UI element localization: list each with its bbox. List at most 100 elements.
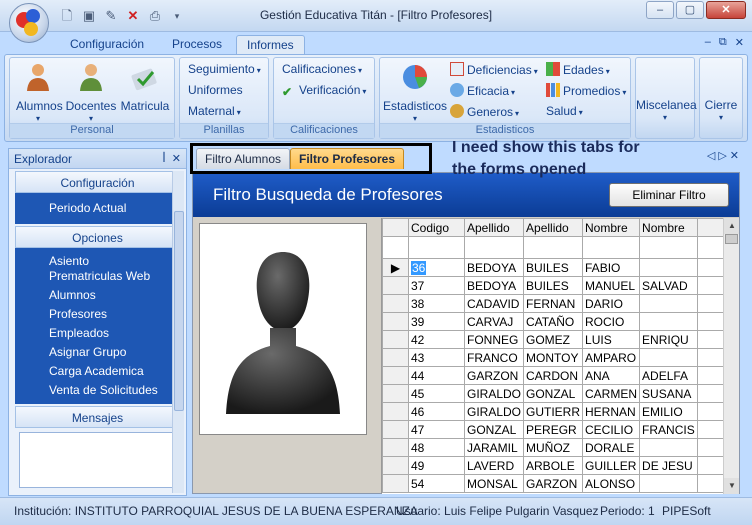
profesores-grid[interactable]: Codigo Apellido Apellido Nombre Nombre ▶…	[381, 218, 739, 494]
table-cell[interactable]: BUILES	[523, 258, 584, 277]
salud-button[interactable]: Salud ▾	[546, 104, 583, 118]
maternal-button[interactable]: Maternal ▾	[188, 104, 241, 118]
table-cell[interactable]	[639, 438, 698, 457]
matricula-button[interactable]: Matricula	[118, 61, 172, 113]
table-row[interactable]: 42 FONNEG GOMEZ LUIS ENRIQU	[382, 330, 738, 349]
table-cell[interactable]: GARZON	[463, 366, 525, 385]
explorer-item-carga-academica[interactable]: Carga Academica	[49, 362, 180, 381]
tab-configuracion[interactable]: Configuración	[60, 35, 154, 54]
table-cell[interactable]: CATAÑO	[523, 312, 584, 331]
table-row[interactable]: 45 GIRALDO GONZAL CARMEN SUSANA	[382, 384, 738, 403]
explorer-scrollbar[interactable]	[172, 171, 184, 493]
row-header[interactable]	[382, 312, 409, 331]
deficiencias-button[interactable]: Deficiencias ▾	[450, 62, 538, 77]
estadisticos-button[interactable]: Estadisticos ▾	[382, 61, 448, 123]
explorer-item-empleados[interactable]: Empleados	[49, 324, 180, 343]
application-menu-button[interactable]	[9, 3, 49, 43]
table-cell[interactable]: BEDOYA	[463, 276, 525, 295]
column-header-codigo[interactable]: Codigo	[408, 218, 465, 237]
filter-codigo-input[interactable]	[408, 236, 465, 259]
table-cell[interactable]	[639, 474, 698, 493]
row-header[interactable]	[382, 330, 409, 349]
table-row[interactable]: 39 CARVAJ CATAÑO ROCIO	[382, 312, 738, 331]
row-header[interactable]	[382, 276, 409, 295]
table-cell[interactable]	[639, 294, 698, 313]
tab-informes[interactable]: Informes	[236, 35, 305, 54]
table-cell[interactable]: ANA	[582, 366, 641, 385]
table-cell[interactable]: PEREGR	[523, 420, 584, 439]
row-header[interactable]	[382, 294, 409, 313]
table-cell[interactable]: ROCIO	[582, 312, 641, 331]
table-cell[interactable]: GARZON	[523, 474, 584, 493]
table-row[interactable]: 46 GIRALDO GUTIERR HERNAN EMILIO	[382, 402, 738, 421]
table-row[interactable]: 37 BEDOYA BUILES MANUEL SALVAD	[382, 276, 738, 295]
section-configuracion[interactable]: Configuración	[15, 171, 180, 193]
table-cell[interactable]: LUIS	[582, 330, 641, 349]
row-header[interactable]	[382, 348, 409, 367]
table-cell[interactable]: GOMEZ	[523, 330, 584, 349]
current-row-indicator[interactable]: ▶	[382, 258, 409, 277]
table-cell[interactable]: 47	[408, 420, 465, 439]
table-cell[interactable]: DARIO	[582, 294, 641, 313]
eliminar-filtro-button[interactable]: Eliminar Filtro	[609, 183, 729, 207]
row-header[interactable]	[382, 474, 409, 493]
row-header[interactable]	[382, 402, 409, 421]
table-cell[interactable]: CARDON	[523, 366, 584, 385]
filter-apellido-2-input[interactable]	[523, 236, 584, 259]
table-cell[interactable]: 43	[408, 348, 465, 367]
table-cell[interactable]: EMILIO	[639, 402, 698, 421]
table-row[interactable]: 47 GONZAL PEREGR CECILIO FRANCIS	[382, 420, 738, 439]
table-cell[interactable]: DE JESU	[639, 456, 698, 475]
section-mensajes[interactable]: Mensajes	[15, 406, 180, 428]
maximize-button[interactable]: ▢	[676, 1, 704, 19]
explorer-item-profesores[interactable]: Profesores	[49, 305, 180, 324]
table-cell[interactable]: ARBOLE	[523, 456, 584, 475]
table-cell[interactable]: GIRALDO	[463, 402, 525, 421]
miscelanea-button[interactable]: Miscelanea ▾	[636, 98, 697, 122]
table-cell[interactable]: CADAVID	[463, 294, 525, 313]
tab-procesos[interactable]: Procesos	[162, 35, 232, 54]
table-cell[interactable]: GONZAL	[463, 420, 525, 439]
tab-close-icon[interactable]: ✕	[730, 150, 742, 162]
alumnos-button[interactable]: Alumnos ▾	[16, 61, 63, 123]
table-cell[interactable]: BEDOYA	[463, 258, 525, 277]
table-cell[interactable]	[639, 312, 698, 331]
table-cell[interactable]: GUTIERR	[523, 402, 584, 421]
table-cell[interactable]: LAVERD	[463, 456, 525, 475]
table-cell[interactable]: GUILLER	[582, 456, 641, 475]
docentes-button[interactable]: Docentes ▾	[64, 61, 118, 123]
table-cell[interactable]: MONSAL	[463, 474, 525, 493]
table-cell[interactable]: CARMEN	[582, 384, 641, 403]
table-cell[interactable]: 44	[408, 366, 465, 385]
explorer-close-icon[interactable]: ✕	[172, 153, 181, 165]
table-cell[interactable]: 48	[408, 438, 465, 457]
explorer-item-alumnos[interactable]: Alumnos	[49, 286, 180, 305]
mdi-restore-icon[interactable]: ⧉	[719, 36, 727, 49]
explorer-item-asiento-prematriculas[interactable]: Asiento Prematriculas Web	[49, 252, 159, 286]
mdi-minimize-icon[interactable]: –	[705, 36, 711, 49]
grid-scroll-thumb[interactable]	[725, 234, 738, 244]
tab-prev-icon[interactable]: ◁	[707, 150, 718, 162]
calificaciones-button[interactable]: Calificaciones ▾	[282, 62, 362, 76]
table-cell[interactable]: ENRIQU	[639, 330, 698, 349]
column-header-apellido-1[interactable]: Apellido	[463, 218, 525, 237]
promedios-button[interactable]: Promedios ▾	[546, 83, 626, 98]
pin-icon[interactable]: ꟾ	[162, 153, 165, 165]
table-cell[interactable]: FRANCO	[463, 348, 525, 367]
close-button[interactable]: ✕	[706, 1, 746, 19]
row-header[interactable]	[382, 384, 409, 403]
table-cell[interactable]: MONTOY	[523, 348, 584, 367]
edades-button[interactable]: Edades ▾	[546, 62, 610, 77]
table-row[interactable]: 38 CADAVID FERNAN DARIO	[382, 294, 738, 313]
table-cell[interactable]: ALONSO	[582, 474, 641, 493]
table-cell[interactable]: 45	[408, 384, 465, 403]
table-cell[interactable]: MANUEL	[582, 276, 641, 295]
column-header-apellido-2[interactable]: Apellido	[523, 218, 584, 237]
table-cell[interactable]: 42	[408, 330, 465, 349]
table-cell[interactable]: AMPARO	[582, 348, 641, 367]
eficacia-button[interactable]: Eficacia ▾	[450, 83, 515, 98]
column-header-nombre-1[interactable]: Nombre	[582, 218, 641, 237]
column-header-nombre-2[interactable]: Nombre	[639, 218, 698, 237]
explorer-item-periodo-actual[interactable]: Periodo Actual	[49, 199, 180, 218]
table-cell[interactable]: CECILIO	[582, 420, 641, 439]
